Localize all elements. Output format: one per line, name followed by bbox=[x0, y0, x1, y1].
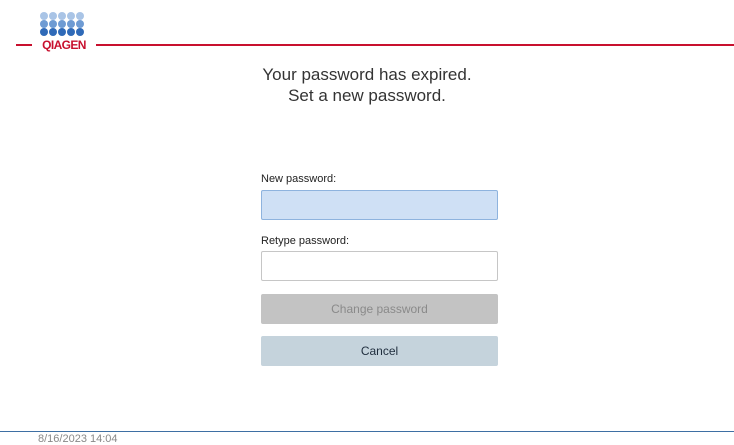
qiagen-logo: QIAGEN bbox=[38, 12, 90, 56]
new-password-label: New password: bbox=[261, 173, 337, 185]
footer-line bbox=[0, 431, 734, 432]
page-title: Your password has expired. Set a new pas… bbox=[200, 64, 534, 106]
retype-password-input[interactable] bbox=[261, 251, 498, 281]
cancel-button[interactable]: Cancel bbox=[261, 336, 498, 366]
header: QIAGEN bbox=[0, 0, 734, 60]
retype-password-label: Retype password: bbox=[261, 235, 350, 247]
change-password-button[interactable]: Change password bbox=[261, 294, 498, 324]
brand-line-left bbox=[16, 44, 32, 46]
brand-line-right bbox=[96, 44, 734, 46]
new-password-input[interactable] bbox=[261, 190, 498, 220]
timestamp: 8/16/2023 14:04 bbox=[38, 433, 118, 445]
logo-text: QIAGEN bbox=[42, 38, 86, 52]
title-line-2: Set a new password. bbox=[288, 86, 446, 105]
title-line-1: Your password has expired. bbox=[262, 65, 472, 84]
